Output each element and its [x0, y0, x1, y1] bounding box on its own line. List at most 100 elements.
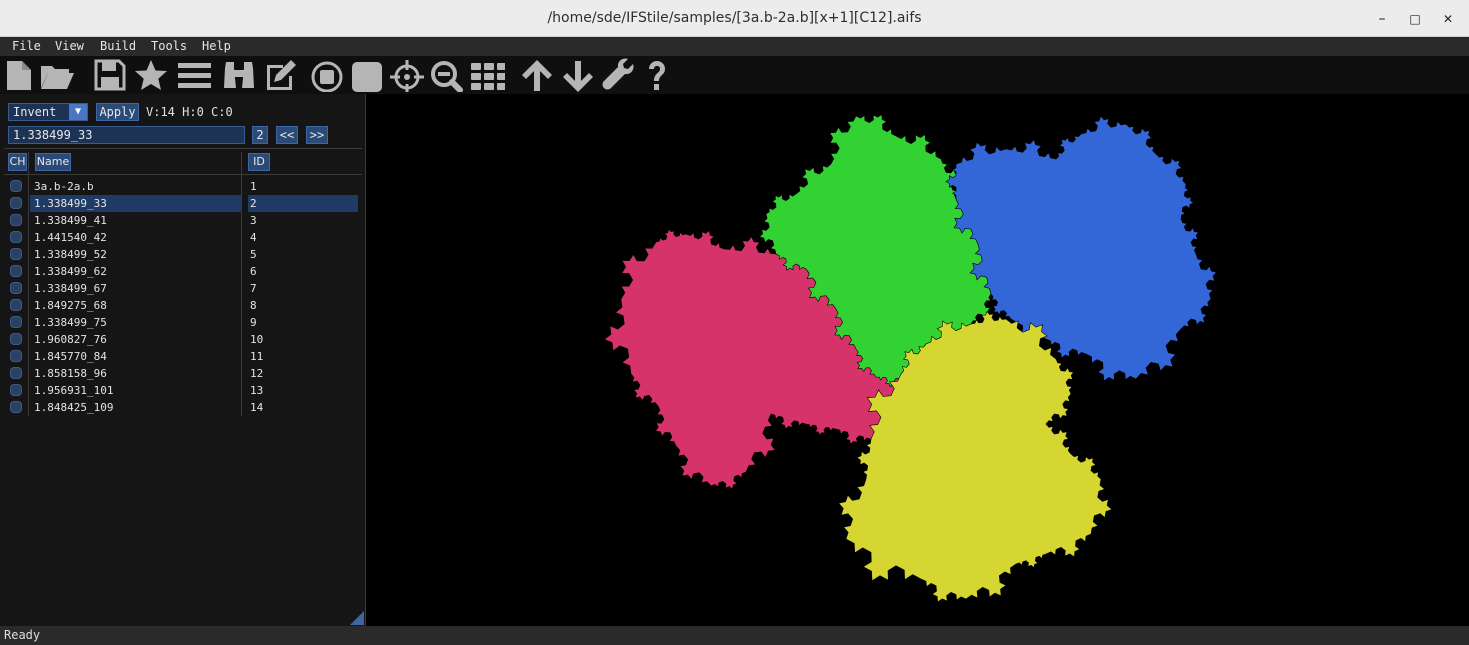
column-header-id[interactable]: ID [248, 153, 270, 171]
square-icon[interactable] [350, 58, 384, 92]
row-checkbox[interactable] [10, 231, 22, 243]
row-checkbox[interactable] [10, 367, 22, 379]
menu-help[interactable]: Help [202, 37, 231, 56]
row-name: 1.956931_101 [34, 384, 114, 397]
menu-view[interactable]: View [55, 37, 84, 56]
grid-icon[interactable] [471, 58, 505, 92]
title-bar: /home/sde/IFStile/samples/[3a.b-2a.b][x+… [0, 0, 1469, 37]
row-id: 14 [250, 401, 264, 414]
table-row[interactable]: 1.338499_62 6 [4, 263, 358, 280]
row-id: 3 [250, 214, 257, 227]
menu-build[interactable]: Build [100, 37, 136, 56]
new-file-icon[interactable] [2, 58, 36, 92]
prev-button[interactable]: << [276, 126, 298, 144]
row-id: 13 [250, 384, 264, 397]
row-checkbox[interactable] [10, 350, 22, 362]
row-id: 2 [248, 195, 358, 212]
row-checkbox[interactable] [10, 265, 22, 277]
window-title: /home/sde/IFStile/samples/[3a.b-2a.b][x+… [547, 10, 922, 26]
row-id: 5 [250, 248, 257, 261]
table-row[interactable]: 1.338499_52 5 [4, 246, 358, 263]
row-name: 3a.b-2a.b [34, 180, 94, 193]
star-icon[interactable] [134, 58, 168, 92]
row-name: 1.338499_62 [34, 265, 107, 278]
mode-select-value: Invent [13, 105, 57, 119]
row-checkbox[interactable] [10, 333, 22, 345]
table-row[interactable]: 3a.b-2a.b 1 [4, 178, 358, 195]
table-row[interactable]: 1.338499_33 2 [4, 195, 358, 212]
table-row[interactable]: 1.858158_96 12 [4, 365, 358, 382]
row-checkbox[interactable] [10, 197, 22, 209]
menu-file[interactable]: File [12, 37, 41, 56]
minimize-button[interactable]: – [1372, 9, 1392, 29]
table-row[interactable]: 1.845770_84 11 [4, 348, 358, 365]
table-row[interactable]: 1.956931_101 13 [4, 382, 358, 399]
menu-bar: File View Build Tools Help [0, 37, 1469, 56]
row-checkbox[interactable] [10, 248, 22, 260]
table-row[interactable]: 1.338499_67 7 [4, 280, 358, 297]
row-checkbox[interactable] [10, 180, 22, 192]
chevron-down-icon[interactable]: ▼ [69, 104, 87, 120]
list-icon[interactable] [177, 58, 211, 92]
row-checkbox[interactable] [10, 316, 22, 328]
tile-list-panel: Invent ▼ Apply V:14 H:0 C:0 1.338499_33 … [0, 94, 366, 626]
page-number-button[interactable]: 2 [252, 126, 268, 144]
zoom-out-icon[interactable] [430, 58, 464, 92]
row-id: 10 [250, 333, 264, 346]
status-bar: Ready [0, 626, 1469, 645]
menu-tools[interactable]: Tools [151, 37, 187, 56]
row-name: 1.858158_96 [34, 367, 107, 380]
row-id: 9 [250, 316, 257, 329]
row-name: 1.338499_75 [34, 316, 107, 329]
table-row[interactable]: 1.848425_109 14 [4, 399, 358, 416]
row-name: 1.441540_42 [34, 231, 107, 244]
open-folder-icon[interactable] [40, 58, 74, 92]
edit-icon[interactable] [263, 58, 297, 92]
row-name: 1.338499_52 [34, 248, 107, 261]
row-name: 1.960827_76 [34, 333, 107, 346]
row-checkbox[interactable] [10, 299, 22, 311]
help-icon[interactable] [640, 58, 674, 92]
search-input[interactable]: 1.338499_33 [8, 126, 245, 144]
arrow-down-icon[interactable] [561, 58, 595, 92]
wrench-icon[interactable] [602, 58, 636, 92]
row-id: 8 [250, 299, 257, 312]
table-row[interactable]: 1.960827_76 10 [4, 331, 358, 348]
maximize-button[interactable]: □ [1405, 9, 1425, 29]
row-checkbox[interactable] [10, 282, 22, 294]
save-icon[interactable] [93, 58, 127, 92]
table-row[interactable]: 1.849275_68 8 [4, 297, 358, 314]
row-checkbox[interactable] [10, 214, 22, 226]
table-row[interactable]: 1.338499_41 3 [4, 212, 358, 229]
row-checkbox[interactable] [10, 401, 22, 413]
counters-text: V:14 H:0 C:0 [146, 105, 233, 119]
row-name: 1.338499_41 [34, 214, 107, 227]
apply-button[interactable]: Apply [96, 103, 139, 121]
row-name: 1.845770_84 [34, 350, 107, 363]
row-id: 7 [250, 282, 257, 295]
row-name: 1.338499_33 [30, 195, 242, 212]
fractal-tiling [603, 113, 1218, 603]
next-button[interactable]: >> [306, 126, 328, 144]
row-checkbox[interactable] [10, 384, 22, 396]
tiling-canvas[interactable] [366, 94, 1469, 626]
arrow-up-icon[interactable] [520, 58, 554, 92]
table-row[interactable]: 1.441540_42 4 [4, 229, 358, 246]
column-header-name[interactable]: Name [35, 153, 71, 171]
divider [4, 148, 362, 149]
row-name: 1.848425_109 [34, 401, 114, 414]
binoculars-icon[interactable] [222, 58, 256, 92]
row-id: 12 [250, 367, 264, 380]
crosshair-icon[interactable] [390, 58, 424, 92]
stop-circle-icon[interactable] [310, 58, 344, 92]
table-row[interactable]: 1.338499_75 9 [4, 314, 358, 331]
row-id: 4 [250, 231, 257, 244]
resize-handle[interactable] [350, 611, 364, 625]
row-id: 6 [250, 265, 257, 278]
header-divider [4, 174, 362, 175]
toolbar [0, 56, 1469, 94]
row-id: 11 [250, 350, 264, 363]
column-header-ch[interactable]: CH [8, 153, 27, 171]
mode-select[interactable]: Invent ▼ [8, 103, 88, 121]
close-button[interactable]: ✕ [1438, 9, 1458, 29]
